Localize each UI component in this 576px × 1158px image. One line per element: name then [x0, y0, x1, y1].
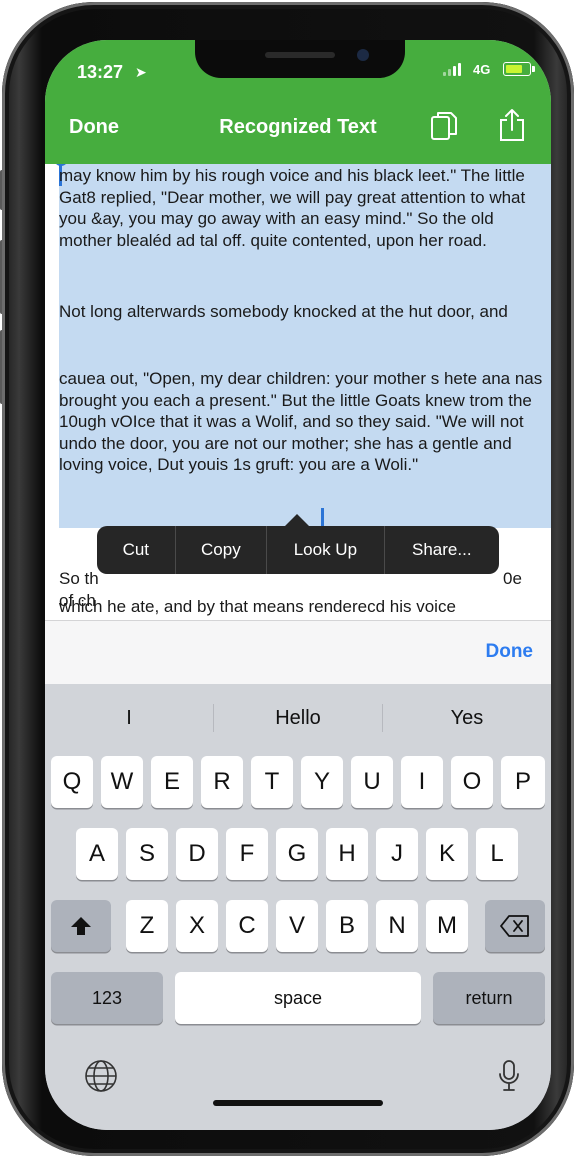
key-y[interactable]: Y — [301, 756, 343, 808]
menu-look-up[interactable]: Look Up — [267, 526, 385, 574]
key-w[interactable]: W — [101, 756, 143, 808]
key-l[interactable]: L — [476, 828, 518, 880]
return-key[interactable]: return — [433, 972, 545, 1024]
key-r[interactable]: R — [201, 756, 243, 808]
page-title: Recognized Text — [219, 116, 377, 138]
suggestion-3[interactable]: Yes — [383, 698, 551, 738]
text-paragraph-5: which he ate, and by that means renderec… — [59, 597, 456, 616]
key-f[interactable]: F — [226, 828, 268, 880]
microphone-icon[interactable] — [497, 1058, 521, 1094]
network-type: 4G — [473, 62, 491, 77]
key-z[interactable]: Z — [126, 900, 168, 952]
location-arrow-icon: ➤ — [135, 64, 147, 80]
context-menu: Cut Copy Look Up Share... — [97, 526, 499, 574]
copy-icon[interactable] — [429, 110, 459, 142]
space-key[interactable]: space — [175, 972, 421, 1024]
key-a[interactable]: A — [76, 828, 118, 880]
keyboard: I Hello Yes Q W E R T Y U I O P A S D F … — [45, 684, 551, 1130]
key-c[interactable]: C — [226, 900, 268, 952]
notch — [195, 40, 405, 78]
suggestion-2[interactable]: Hello — [214, 698, 382, 738]
backspace-icon — [500, 915, 529, 937]
key-x[interactable]: X — [176, 900, 218, 952]
key-p[interactable]: P — [501, 756, 545, 808]
text-paragraph-1: may know him by his rough voice and his … — [59, 166, 526, 250]
key-t[interactable]: T — [251, 756, 293, 808]
key-s[interactable]: S — [126, 828, 168, 880]
key-v[interactable]: V — [276, 900, 318, 952]
key-q[interactable]: Q — [51, 756, 93, 808]
shift-key[interactable] — [51, 900, 111, 952]
phone-screen: 13:27 ➤ 4G Recognized Text Done may know… — [45, 40, 551, 1130]
done-button[interactable]: Done — [69, 116, 119, 139]
text-paragraph-3: cauea out, "Open, my dear children: your… — [59, 369, 543, 475]
numbers-key[interactable]: 123 — [51, 972, 163, 1024]
key-k[interactable]: K — [426, 828, 468, 880]
key-h[interactable]: H — [326, 828, 368, 880]
globe-icon[interactable] — [83, 1058, 119, 1094]
key-d[interactable]: D — [176, 828, 218, 880]
keyboard-accessory-bar: Done — [45, 620, 551, 685]
battery-icon — [503, 62, 535, 76]
front-camera — [357, 49, 369, 61]
key-e[interactable]: E — [151, 756, 193, 808]
key-g[interactable]: G — [276, 828, 318, 880]
text-paragraph-2: Not long alterwards somebody knocked at … — [59, 302, 508, 321]
key-j[interactable]: J — [376, 828, 418, 880]
speaker-grille — [265, 52, 335, 58]
context-menu-arrow — [285, 514, 309, 526]
backspace-key[interactable] — [485, 900, 545, 952]
app-header: 13:27 ➤ 4G Recognized Text Done — [45, 40, 551, 164]
key-o[interactable]: O — [451, 756, 493, 808]
key-i[interactable]: I — [401, 756, 443, 808]
shift-icon — [71, 917, 91, 935]
key-b[interactable]: B — [326, 900, 368, 952]
key-n[interactable]: N — [376, 900, 418, 952]
share-icon[interactable] — [497, 108, 527, 142]
signal-icon — [443, 62, 465, 76]
menu-cut[interactable]: Cut — [97, 526, 176, 574]
key-m[interactable]: M — [426, 900, 468, 952]
home-indicator — [213, 1100, 383, 1106]
menu-copy[interactable]: Copy — [176, 526, 268, 574]
key-u[interactable]: U — [351, 756, 393, 808]
text-paragraph-4-end: 0e — [503, 569, 522, 588]
suggestion-1[interactable]: I — [45, 698, 213, 738]
status-time: 13:27 — [77, 62, 124, 82]
keyboard-done-button[interactable]: Done — [486, 641, 534, 663]
menu-share[interactable]: Share... — [385, 526, 499, 574]
